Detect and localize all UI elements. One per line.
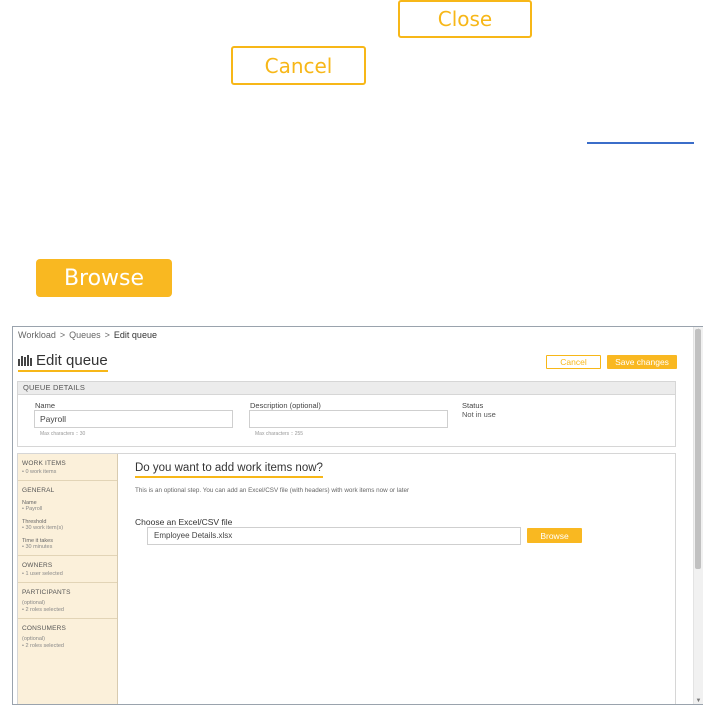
breadcrumb: Workload > Queues > Edit queue — [18, 330, 157, 340]
sidebar-heading: GENERAL — [22, 487, 55, 494]
sidebar-item-participants[interactable]: PARTICIPANTS (optional) • 2 roles select… — [18, 583, 117, 619]
description-input[interactable] — [249, 410, 448, 428]
sidebar-optional: (optional) — [22, 600, 45, 606]
close-button[interactable]: Close — [398, 0, 532, 38]
scroll-thumb[interactable] — [695, 329, 701, 569]
sidebar-summary: • 1 user selected — [22, 571, 63, 577]
sidebar-heading: CONSUMERS — [22, 625, 67, 632]
sidebar-item-owners[interactable]: OWNERS • 1 user selected — [18, 556, 117, 583]
sidebar-heading: OWNERS — [22, 562, 53, 569]
sidebar-summary: • 30 work item(s) — [22, 525, 64, 531]
name-label: Name — [35, 401, 56, 410]
wizard-panel: WORK ITEMS • 0 work items GENERAL Name •… — [17, 453, 676, 705]
edit-queue-window: Workload > Queues > Edit queue Edit queu… — [12, 326, 703, 705]
sidebar-summary: • 2 roles selected — [22, 607, 64, 613]
sidebar-summary: • 0 work items — [22, 469, 57, 475]
name-input[interactable]: Payroll — [34, 410, 233, 428]
cancel-button[interactable]: Cancel — [231, 46, 366, 85]
sidebar-heading: PARTICIPANTS — [22, 589, 71, 596]
status-value: Not in use — [462, 410, 496, 419]
sidebar-summary: • Payroll — [22, 506, 43, 512]
header-cancel-button[interactable]: Cancel — [546, 355, 601, 369]
breadcrumb-queues[interactable]: Queues — [69, 330, 101, 340]
breadcrumb-current: Edit queue — [113, 330, 157, 340]
description-label: Description (optional) — [250, 401, 321, 410]
sidebar-item-general[interactable]: GENERAL Name • Payroll Threshold • 30 wo… — [18, 481, 117, 556]
vertical-scrollbar[interactable]: ▲ ▼ — [693, 327, 703, 705]
sidebar-heading: WORK ITEMS — [22, 460, 66, 467]
queue-bars-icon — [18, 355, 32, 366]
sidebar-optional: (optional) — [22, 636, 45, 642]
breadcrumb-separator: > — [104, 330, 110, 340]
queue-details-panel: QUEUE DETAILS Name Payroll Max character… — [17, 381, 676, 447]
breadcrumb-workload[interactable]: Workload — [18, 330, 56, 340]
wizard-sidebar: WORK ITEMS • 0 work items GENERAL Name •… — [18, 454, 118, 705]
sidebar-item-work-items[interactable]: WORK ITEMS • 0 work items — [18, 454, 117, 481]
breadcrumb-separator: > — [59, 330, 66, 340]
browse-button[interactable]: Browse — [36, 259, 172, 297]
file-path-input[interactable]: Employee Details.xlsx — [147, 527, 521, 545]
file-label: Choose an Excel/CSV file — [135, 517, 233, 527]
sidebar-summary: • 2 roles selected — [22, 643, 64, 649]
queue-details-heading: QUEUE DETAILS — [18, 382, 675, 395]
page-title-text: Edit queue — [36, 352, 108, 369]
name-hint: Max characters :: 30 — [40, 431, 86, 437]
page-title: Edit queue — [18, 352, 108, 372]
browse-file-button[interactable]: Browse — [527, 528, 582, 543]
description-hint: Max characters :: 255 — [255, 431, 304, 437]
sidebar-item-consumers[interactable]: CONSUMERS (optional) • 2 roles selected — [18, 619, 117, 654]
step-description: This is an optional step. You can add an… — [135, 487, 410, 494]
save-changes-button[interactable]: Save changes — [607, 355, 677, 369]
sidebar-summary: • 30 minutes — [22, 544, 53, 550]
status-label: Status — [462, 401, 484, 410]
step-title: Do you want to add work items now? — [135, 462, 323, 478]
link-underline — [587, 142, 694, 144]
